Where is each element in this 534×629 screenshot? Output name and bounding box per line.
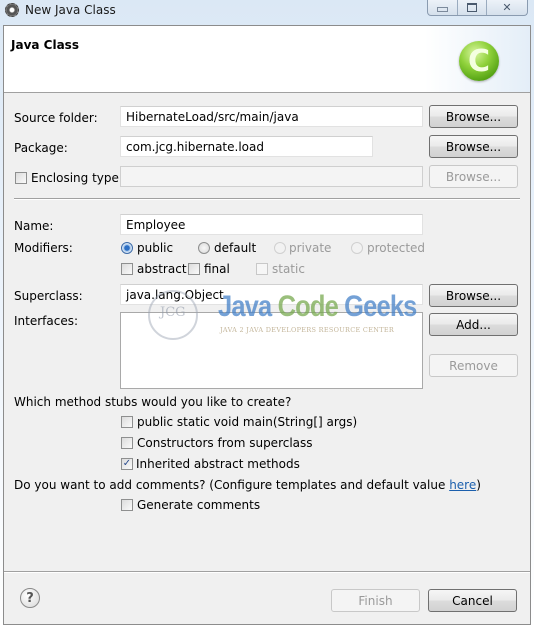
public-radio-label: public xyxy=(137,241,174,255)
maximize-button[interactable] xyxy=(458,0,488,15)
dialog-body: Java Class C Source folder: HibernateLoa… xyxy=(3,25,531,625)
name-label: Name: xyxy=(14,219,54,233)
source-folder-browse-button[interactable]: Browse... xyxy=(429,105,518,128)
name-input[interactable]: Employee xyxy=(120,214,423,235)
maximize-icon xyxy=(466,2,477,12)
private-radio xyxy=(274,242,286,254)
enclosing-type-checkbox[interactable] xyxy=(15,172,27,184)
package-browse-button[interactable]: Browse... xyxy=(429,135,518,158)
abstract-label: abstract xyxy=(137,262,187,276)
enclosing-type-input xyxy=(120,166,423,187)
source-folder-label: Source folder: xyxy=(14,111,98,125)
constructors-checkbox[interactable] xyxy=(121,437,133,449)
protected-radio xyxy=(351,242,363,254)
close-button[interactable]: ✕ xyxy=(487,0,527,15)
title-bar: New Java Class ✕ xyxy=(0,0,534,24)
interfaces-label: Interfaces: xyxy=(14,314,79,328)
source-folder-input[interactable]: HibernateLoad/src/main/java xyxy=(120,106,423,127)
main-method-label: public static void main(String[] args) xyxy=(137,415,358,429)
comments-question: Do you want to add comments? (Configure … xyxy=(14,478,481,492)
window: New Java Class ✕ Java Class C Source fol… xyxy=(0,0,534,629)
comments-question-suffix: ) xyxy=(476,478,481,492)
public-radio[interactable] xyxy=(121,242,133,254)
help-icon[interactable]: ? xyxy=(20,588,40,608)
main-method-checkbox[interactable] xyxy=(121,416,133,428)
method-stubs-question: Which method stubs would you like to cre… xyxy=(14,395,292,409)
protected-radio-label: protected xyxy=(367,241,426,255)
superclass-input[interactable]: java.lang.Object xyxy=(120,284,423,305)
comments-question-text: Do you want to add comments? (Configure … xyxy=(14,478,450,492)
generate-comments-checkbox[interactable] xyxy=(121,499,133,511)
checkmark-icon: ✓ xyxy=(122,458,132,469)
package-input[interactable]: com.jcg.hibernate.load xyxy=(120,136,373,157)
private-radio-label: private xyxy=(289,241,332,255)
window-controls: ✕ xyxy=(427,0,528,16)
package-label: Package: xyxy=(14,141,68,155)
static-label: static xyxy=(272,262,305,276)
window-title: New Java Class xyxy=(25,3,116,17)
minimize-button[interactable] xyxy=(428,0,458,15)
interfaces-add-button[interactable]: Add... xyxy=(429,313,518,336)
final-label: final xyxy=(204,262,230,276)
modifiers-label: Modifiers: xyxy=(14,241,73,255)
wizard-header: Java Class C xyxy=(4,26,530,93)
default-radio[interactable] xyxy=(198,242,210,254)
superclass-label: Superclass: xyxy=(14,289,83,303)
close-icon: ✕ xyxy=(502,0,512,14)
enclosing-type-browse-button: Browse... xyxy=(429,165,518,188)
wizard-title: Java Class xyxy=(11,38,79,52)
generate-comments-label: Generate comments xyxy=(137,498,261,512)
footer-separator xyxy=(4,571,530,573)
cancel-button[interactable]: Cancel xyxy=(428,589,517,612)
static-checkbox xyxy=(256,263,268,275)
eclipse-app-icon xyxy=(5,3,19,17)
separator xyxy=(14,198,520,200)
finish-button: Finish xyxy=(331,589,420,612)
constructors-label: Constructors from superclass xyxy=(137,436,313,450)
minimize-icon xyxy=(436,6,448,12)
final-checkbox[interactable] xyxy=(188,263,200,275)
inherited-abstract-label: Inherited abstract methods xyxy=(136,457,300,471)
java-class-icon: C xyxy=(459,41,499,81)
default-radio-label: default xyxy=(214,241,257,255)
superclass-browse-button[interactable]: Browse... xyxy=(429,284,518,307)
abstract-checkbox[interactable] xyxy=(121,263,133,275)
enclosing-type-label: Enclosing type: xyxy=(31,171,123,185)
interfaces-remove-button: Remove xyxy=(429,354,518,377)
interfaces-list[interactable] xyxy=(120,312,423,389)
inherited-abstract-checkbox[interactable]: ✓ xyxy=(121,458,133,470)
configure-templates-link[interactable]: here xyxy=(449,478,476,492)
